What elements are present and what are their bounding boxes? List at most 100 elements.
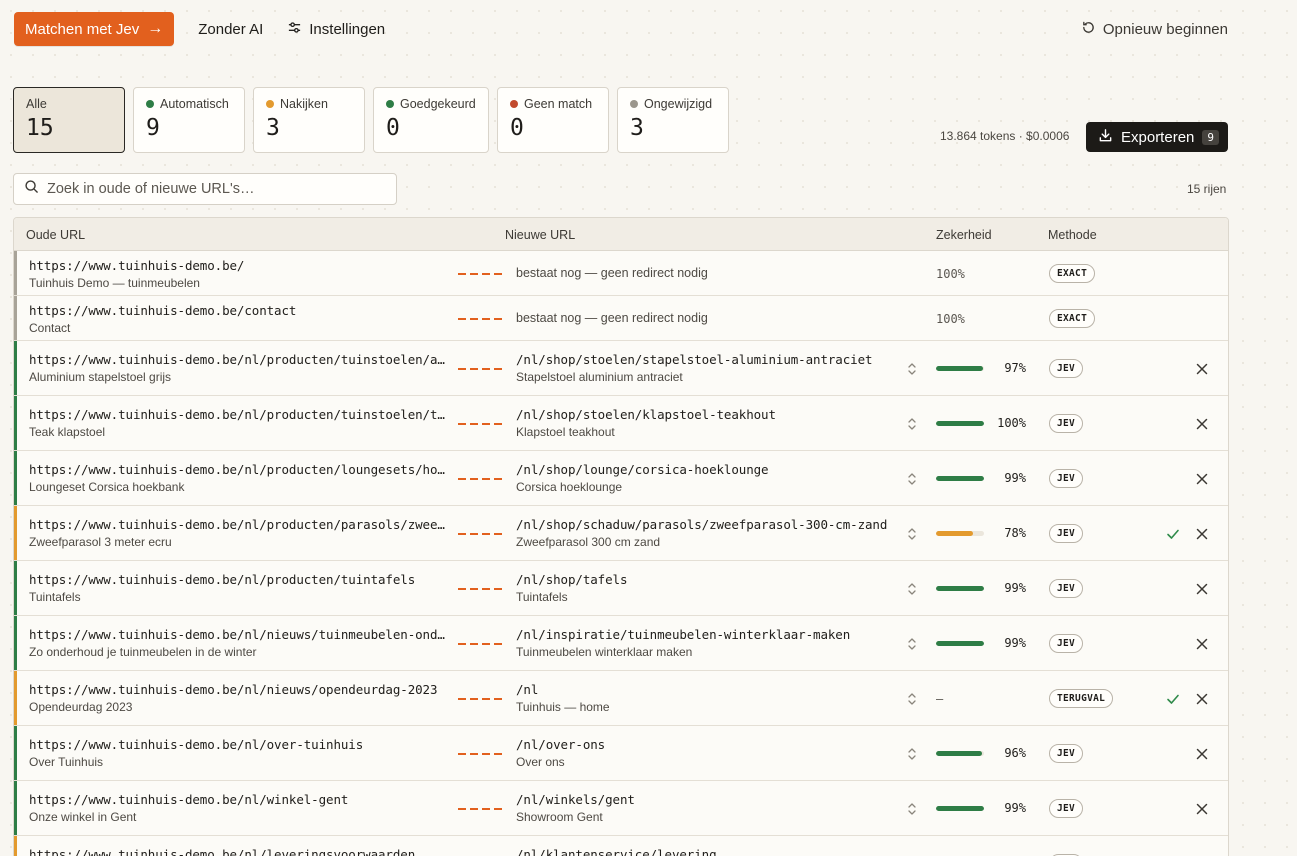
filter-card-ongewijzigd[interactable]: Ongewijzigd 3 <box>617 87 729 153</box>
table-row[interactable]: https://www.tuinhuis-demo.be/Tuinhuis De… <box>14 251 1228 296</box>
filter-card-count: 3 <box>266 115 280 141</box>
chevron-updown-icon[interactable] <box>905 690 919 708</box>
table-row[interactable]: https://www.tuinhuis-demo.be/nl/over-tui… <box>14 726 1228 781</box>
filter-card-alle[interactable]: Alle 15 <box>13 87 125 153</box>
table-row[interactable]: https://www.tuinhuis-demo.be/nl/nieuws/o… <box>14 671 1228 726</box>
new-url-cell[interactable]: /nl/shop/tafels Tuintafels <box>516 572 896 604</box>
close-icon[interactable] <box>1195 362 1209 376</box>
row-status-bar <box>14 836 17 856</box>
new-url-cell[interactable]: /nl/over-ons Over ons <box>516 737 896 769</box>
header-method: Methode <box>1048 228 1097 242</box>
table-row[interactable]: https://www.tuinhuis-demo.be/nl/producte… <box>14 341 1228 396</box>
old-page-title: Teak klapstoel <box>29 425 106 439</box>
close-icon[interactable] <box>1195 527 1209 541</box>
new-url-cell[interactable]: /nl/inspiratie/tuinmeubelen-winterklaar-… <box>516 627 896 659</box>
row-status-bar <box>14 251 17 295</box>
table-row[interactable]: https://www.tuinhuis-demo.be/contact Cont… <box>14 296 1228 341</box>
confidence-fill <box>936 475 984 481</box>
filter-card-goedgekeurd[interactable]: Goedgekeurd 0 <box>373 87 489 153</box>
old-url: https://www.tuinhuis-demo.be/nl/producte… <box>29 572 416 587</box>
new-page-title: Over ons <box>516 755 565 769</box>
confidence-meter: 99% <box>936 581 1026 595</box>
filter-card-geen-match[interactable]: Geen match 0 <box>497 87 609 153</box>
table-row[interactable]: https://www.tuinhuis-demo.be/nl/producte… <box>14 506 1228 561</box>
filter-card-nakijken[interactable]: Nakijken 3 <box>253 87 365 153</box>
confidence-value: 99% <box>1004 581 1026 595</box>
chevron-updown-icon[interactable] <box>905 745 919 763</box>
chevron-updown-icon[interactable] <box>905 470 919 488</box>
new-url-cell[interactable]: /nl/klantenservice/levering <box>516 847 896 856</box>
redirect-arrow-dashes <box>458 368 502 370</box>
redirect-arrow-dashes <box>458 808 502 810</box>
match-with-jev-label: Matchen met Jev <box>25 20 140 38</box>
confidence-fill <box>936 750 983 756</box>
new-url-cell[interactable]: /nl/shop/lounge/corsica-hoeklounge Corsic… <box>516 462 896 494</box>
filter-card-label-text: Goedgekeurd <box>400 97 476 111</box>
confidence-track <box>936 750 984 756</box>
match-with-jev-button[interactable]: Matchen met Jev → <box>14 12 175 46</box>
confidence-fill <box>936 420 984 426</box>
filter-card-count: 0 <box>386 115 400 141</box>
table-row[interactable]: https://www.tuinhuis-demo.be/nl/winkel-g… <box>14 781 1228 836</box>
restart-button[interactable]: Opnieuw beginnen <box>1081 20 1228 39</box>
method-badge: JEV <box>1049 634 1084 653</box>
table-body: https://www.tuinhuis-demo.be/Tuinhuis De… <box>14 251 1228 856</box>
chevron-updown-icon[interactable] <box>905 525 919 543</box>
chevron-updown-icon[interactable] <box>905 635 919 653</box>
close-icon[interactable] <box>1195 417 1209 431</box>
new-url-cell[interactable]: /nl/shop/stoelen/klapstoel-teakhout Klaps… <box>516 407 896 439</box>
table-row[interactable]: https://www.tuinhuis-demo.be/nl/producte… <box>14 396 1228 451</box>
confidence-track <box>936 585 984 591</box>
search-input[interactable] <box>47 181 396 197</box>
redirect-table: Oude URL Nieuwe URL Zekerheid Methode ht… <box>13 217 1229 856</box>
check-icon[interactable] <box>1165 526 1181 542</box>
confidence-value: 99% <box>1004 636 1026 650</box>
chevron-updown-icon[interactable] <box>905 415 919 433</box>
confidence-value: 96% <box>1004 746 1026 760</box>
close-icon[interactable] <box>1195 747 1209 761</box>
confidence-value: 100% <box>997 416 1026 430</box>
table-row[interactable]: https://www.tuinhuis-demo.be/nl/levering… <box>14 836 1228 856</box>
old-url-cell: https://www.tuinhuis-demo.be/nl/nieuws/o… <box>29 682 449 714</box>
close-icon[interactable] <box>1195 692 1209 706</box>
table-row[interactable]: https://www.tuinhuis-demo.be/nl/nieuws/t… <box>14 616 1228 671</box>
table-row[interactable]: https://www.tuinhuis-demo.be/nl/producte… <box>14 561 1228 616</box>
search-box[interactable] <box>13 173 397 205</box>
new-url-cell[interactable]: /nl/winkels/gent Showroom Gent <box>516 792 896 824</box>
filter-card-automatisch[interactable]: Automatisch 9 <box>133 87 245 153</box>
table-row[interactable]: https://www.tuinhuis-demo.be/nl/producte… <box>14 451 1228 506</box>
redirect-arrow-dashes <box>458 643 502 645</box>
old-url: https://www.tuinhuis-demo.be/nl/producte… <box>29 407 449 422</box>
confidence-value: — <box>936 692 944 706</box>
old-url: https://www.tuinhuis-demo.be/nl/producte… <box>29 352 449 367</box>
check-icon[interactable] <box>1165 691 1181 707</box>
redirect-arrow-dashes <box>458 698 502 700</box>
old-url-cell: https://www.tuinhuis-demo.be/nl/nieuws/t… <box>29 627 449 659</box>
new-url: /nl <box>516 682 539 697</box>
confidence-meter: 96% <box>936 746 1026 760</box>
close-icon[interactable] <box>1195 472 1209 486</box>
chevron-updown-icon[interactable] <box>905 580 919 598</box>
no-ai-button[interactable]: Zonder AI <box>198 21 263 38</box>
export-button[interactable]: Exporteren 9 <box>1086 122 1228 152</box>
filter-card-label: Goedgekeurd <box>386 97 476 111</box>
confidence-fill <box>936 640 984 646</box>
new-url-cell[interactable]: /nl/shop/stoelen/stapelstoel-aluminium-a… <box>516 352 896 384</box>
method-badge: JEV <box>1049 744 1084 763</box>
old-page-title: Opendeurdag 2023 <box>29 700 133 714</box>
filter-card-count: 3 <box>630 115 644 141</box>
new-url-cell[interactable]: /nl/shop/schaduw/parasols/zweefparasol-3… <box>516 517 896 549</box>
new-page-title: Tuinmeubelen winterklaar maken <box>516 645 693 659</box>
filter-card-label-text: Automatisch <box>160 97 229 111</box>
method-badge: JEV <box>1049 359 1084 378</box>
confidence-meter: 78% <box>936 526 1026 540</box>
close-icon[interactable] <box>1195 802 1209 816</box>
close-icon[interactable] <box>1195 637 1209 651</box>
chevron-updown-icon[interactable] <box>905 360 919 378</box>
old-url: https://www.tuinhuis-demo.be/nl/levering… <box>29 847 416 856</box>
chevron-updown-icon[interactable] <box>905 800 919 818</box>
close-icon[interactable] <box>1195 582 1209 596</box>
confidence-track <box>936 640 984 646</box>
new-url-cell[interactable]: /nl Tuinhuis — home <box>516 682 896 714</box>
settings-button[interactable]: Instellingen <box>287 20 385 39</box>
